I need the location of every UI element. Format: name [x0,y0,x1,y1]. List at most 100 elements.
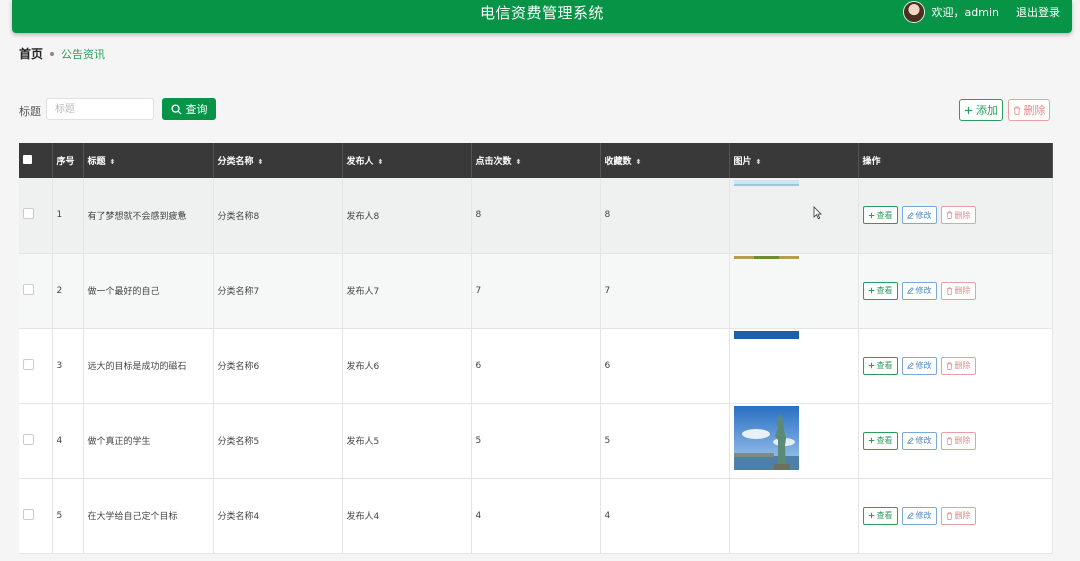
batch-delete-button[interactable]: 删除 [1008,99,1050,121]
news-table: 序号 标题 ⬍ 分类名称 ⬍ 发布人 ⬍ 点击次数 ⬍ 收藏数 ⬍ 图片 ⬍ 操作 1 有了梦… [19,143,1053,554]
view-button[interactable]: 查看 [862,431,898,450]
sort-icon: ⬍ [515,158,522,166]
delete-button[interactable]: 删除 [940,281,976,300]
top-navbar: 电信资费管理系统 欢迎，admin 退出登录 [12,0,1072,33]
select-all-checkbox[interactable] [23,154,32,164]
cell-actions: 查看 修改 删除 [858,328,1053,404]
search-button[interactable]: 查询 [162,98,216,120]
cell-image [729,328,859,404]
cell-no: 3 [52,328,84,404]
search-label: 标题 [19,105,41,118]
cell-clicks: 7 [471,253,601,329]
trash-icon [1013,106,1020,115]
add-button-label: 添加 [976,104,998,117]
edit-button-label: 修改 [915,511,932,520]
cell-clicks: 5 [471,403,601,479]
cell-category: 分类名称7 [213,253,343,329]
trash-icon [946,512,952,520]
table-row: 2 做一个最好的自己 分类名称7 发布人7 7 7 查看 修改 删除 [19,253,1053,329]
edit-button-label: 修改 [915,286,932,295]
thumbnail-image [733,405,799,470]
cell-favorites: 8 [600,178,730,254]
cell-actions: 查看 修改 删除 [858,478,1053,554]
cell-favorites: 6 [600,328,730,404]
col-header-actions: 操作 [858,143,1053,178]
table-header-row: 序号 标题 ⬍ 分类名称 ⬍ 发布人 ⬍ 点击次数 ⬍ 收藏数 ⬍ 图片 ⬍ 操作 [19,143,1053,178]
cell-favorites: 4 [600,478,730,554]
view-button[interactable]: 查看 [862,356,898,375]
sort-icon: ⬍ [635,158,642,166]
breadcrumb-home[interactable]: 首页 [19,45,43,62]
breadcrumb-separator [50,51,55,56]
sort-icon: ⬍ [109,158,116,166]
cell-image [729,178,859,254]
cell-clicks: 4 [471,478,601,554]
row-checkbox[interactable] [23,508,34,520]
view-button-label: 查看 [876,361,893,370]
breadcrumb: 首页 公告资讯 [19,45,105,62]
cell-no: 5 [52,478,84,554]
cell-image [729,253,859,329]
edit-button[interactable]: 修改 [901,506,937,525]
sort-icon: ⬍ [257,158,264,166]
trash-icon [946,437,952,445]
edit-button[interactable]: 修改 [901,356,937,375]
row-checkbox[interactable] [23,433,34,445]
col-header-image[interactable]: 图片 ⬍ [729,143,859,178]
col-header-title[interactable]: 标题 ⬍ [83,143,214,178]
cell-title: 有了梦想就不会感到疲惫 [83,178,214,254]
plus-icon [868,437,874,444]
add-button[interactable]: 添加 [959,99,1003,121]
plus-icon [868,212,874,219]
delete-button-label: 删除 [954,361,971,370]
user-avatar[interactable] [902,1,925,23]
edit-icon [906,512,914,519]
col-header-favorites[interactable]: 收藏数 ⬍ [600,143,730,178]
col-header-clicks[interactable]: 点击次数 ⬍ [471,143,601,178]
view-button-label: 查看 [876,286,893,295]
cell-image [729,478,859,554]
plus-icon [868,512,874,519]
view-button-label: 查看 [876,210,893,220]
logout-link[interactable]: 退出登录 [1016,4,1060,20]
edit-button[interactable]: 修改 [901,206,937,225]
row-checkbox[interactable] [23,283,34,295]
edit-button[interactable]: 修改 [901,281,937,300]
delete-button[interactable]: 删除 [940,356,976,375]
trash-icon [946,287,952,295]
delete-button-label: 删除 [954,210,971,220]
edit-button-label: 修改 [915,361,932,370]
view-button[interactable]: 查看 [862,506,898,525]
plus-icon [964,106,973,114]
select-all-header [19,143,53,178]
delete-button[interactable]: 删除 [940,506,976,525]
edit-icon [906,362,914,369]
cell-no: 2 [52,253,84,329]
trash-icon [946,362,952,370]
view-button[interactable]: 查看 [862,281,898,300]
sort-icon: ⬍ [377,158,384,166]
col-header-publisher[interactable]: 发布人 ⬍ [342,143,472,178]
mouse-cursor-icon [813,206,822,220]
cell-favorites: 5 [600,403,730,479]
col-header-category[interactable]: 分类名称 ⬍ [213,143,343,178]
view-button-label: 查看 [876,436,893,445]
row-select-cell [19,328,53,404]
cell-publisher: 发布人7 [342,253,472,329]
row-checkbox[interactable] [23,358,34,370]
edit-button[interactable]: 修改 [901,431,937,450]
edit-button-label: 修改 [915,210,932,220]
cell-clicks: 8 [471,178,601,254]
row-checkbox[interactable] [23,208,34,220]
delete-button[interactable]: 删除 [940,431,976,450]
view-button[interactable]: 查看 [862,206,898,225]
view-button-label: 查看 [876,511,893,520]
cell-publisher: 发布人5 [342,403,472,479]
cell-image [729,403,859,479]
table-row: 5 在大学给自己定个目标 分类名称4 发布人4 4 4 查看 修改 删除 [19,478,1053,554]
delete-button[interactable]: 删除 [940,206,976,225]
title-search-input[interactable] [46,98,154,120]
cell-publisher: 发布人4 [342,478,472,554]
row-select-cell [19,403,53,479]
breadcrumb-current: 公告资讯 [61,47,106,61]
